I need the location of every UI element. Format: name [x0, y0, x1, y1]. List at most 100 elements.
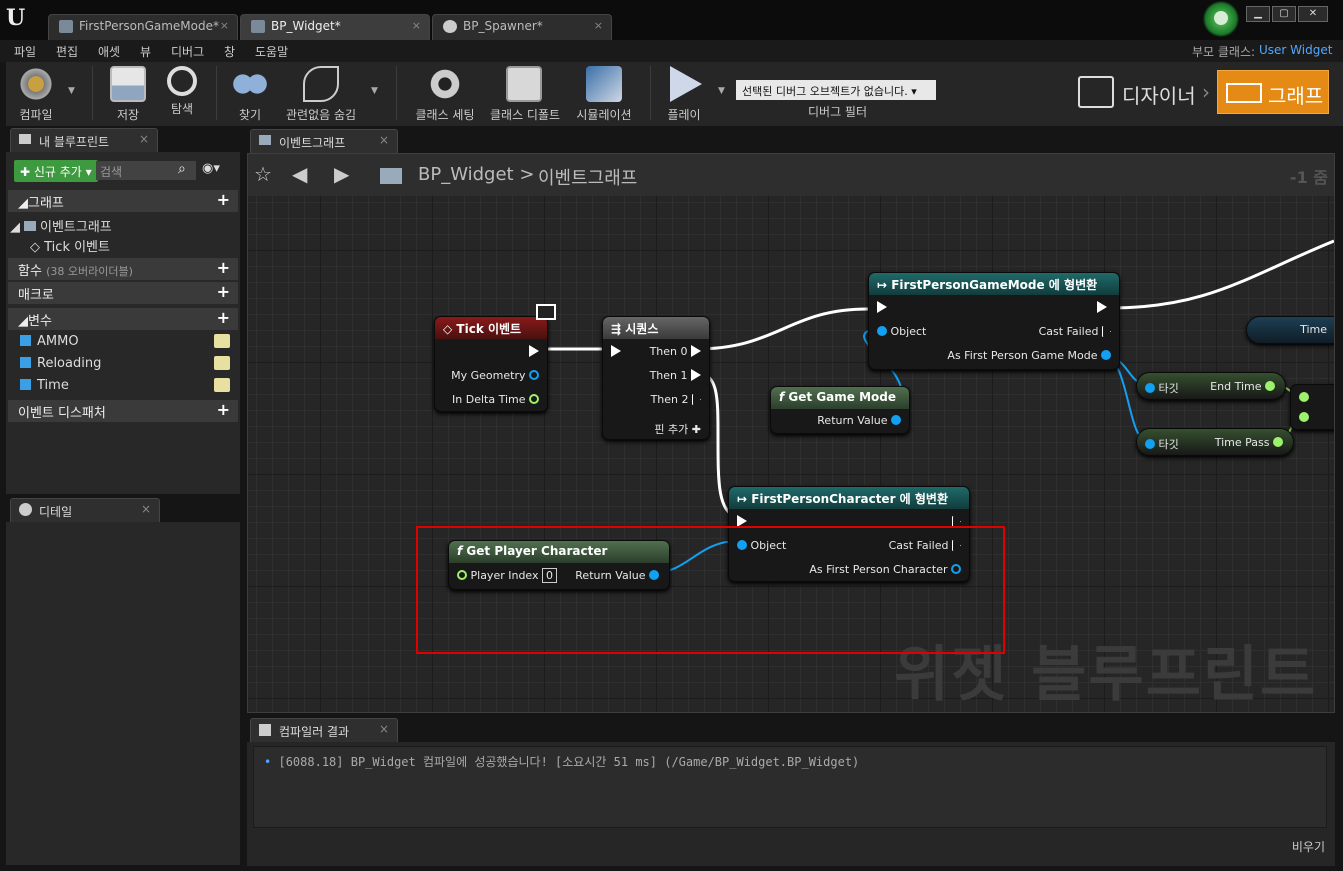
close-icon[interactable]: ×	[594, 19, 603, 32]
close-icon[interactable]: ×	[379, 133, 389, 147]
add-graph-icon[interactable]: +	[217, 190, 230, 209]
compile-button[interactable]: 컴파일	[6, 66, 66, 122]
tab-my-blueprint[interactable]: 내 블루프린트 ×	[10, 128, 158, 152]
node-sequence[interactable]: ⇶ 시퀀스 Then 0 Then 1 Then 2 핀 추가 ✚	[602, 316, 710, 440]
my-geometry-pin[interactable]: My Geometry	[451, 369, 539, 382]
close-icon[interactable]: ×	[141, 502, 151, 516]
section-event-dispatchers[interactable]: 이벤트 디스패처 +	[8, 400, 238, 422]
menu-debug[interactable]: 디버그	[171, 43, 204, 60]
node-cast-game-mode[interactable]: ↦ FirstPersonGameMode 에 형변환 Object Cast …	[868, 272, 1120, 370]
tab-bp-widget[interactable]: BP_Widget* ×	[240, 14, 430, 40]
add-variable-icon[interactable]: +	[217, 308, 230, 327]
end-time-pin[interactable]: End Time	[1210, 380, 1275, 393]
node-time-variable[interactable]: Time	[1246, 316, 1334, 344]
menu-view[interactable]: 뷰	[140, 43, 151, 60]
simulation-button[interactable]: 시뮬레이션	[572, 66, 636, 122]
menu-help[interactable]: 도움말	[255, 43, 288, 60]
view-options-eye-icon[interactable]: ◉▾	[202, 161, 220, 176]
tab-event-graph[interactable]: 이벤트그래프 ×	[250, 129, 398, 153]
visibility-eye-icon[interactable]	[214, 378, 230, 392]
class-defaults-button[interactable]: 클래스 디폴트	[490, 66, 560, 122]
exec-in-pin[interactable]	[877, 301, 887, 314]
add-function-icon[interactable]: +	[217, 258, 230, 277]
tab-bp-spawner[interactable]: BP_Spawner* ×	[432, 14, 612, 40]
section-variables[interactable]: ◢변수 +	[8, 308, 238, 330]
back-arrow-icon[interactable]: ◀	[292, 162, 307, 186]
cast-failed-pin[interactable]: Cast Failed	[1039, 325, 1111, 338]
tab-firstpersongamemode[interactable]: FirstPersonGameMode* ×	[48, 14, 238, 40]
node-tick-event[interactable]: ◇ Tick 이벤트 My Geometry In Delta Time	[434, 316, 548, 412]
add-new-button[interactable]: ✚ 신규 추가 ▾	[14, 160, 98, 182]
node-get-time-pass[interactable]: 타깃 Time Pass	[1136, 428, 1294, 456]
tree-item-tick-event[interactable]: ◇ Tick 이벤트	[30, 236, 110, 255]
tab-details[interactable]: 디테일 ×	[10, 498, 160, 522]
section-functions[interactable]: 함수 (38 오버라이더블) +	[8, 258, 238, 280]
find-button[interactable]: 찾기	[220, 66, 280, 122]
tab-compiler-results[interactable]: 컴파일러 결과 ×	[250, 718, 398, 742]
node-get-end-time[interactable]: 타깃 End Time	[1136, 372, 1286, 400]
parent-class-link[interactable]: User Widget	[1259, 43, 1332, 57]
delta-time-pin[interactable]: In Delta Time	[452, 393, 539, 406]
object-pin[interactable]: Object	[877, 325, 926, 338]
search-icon[interactable]: ⌕	[178, 161, 186, 177]
save-button[interactable]: 저장	[98, 66, 158, 122]
close-icon[interactable]: ×	[379, 722, 389, 736]
designer-mode-button[interactable]: 디자이너 ›	[1074, 72, 1214, 116]
forward-arrow-icon[interactable]: ▶	[334, 162, 349, 186]
float-in-pin[interactable]	[1299, 411, 1309, 424]
variable-time[interactable]: Time	[20, 378, 234, 393]
time-pass-pin[interactable]: Time Pass	[1215, 436, 1283, 449]
as-game-mode-pin[interactable]: As First Person Game Mode	[947, 349, 1111, 362]
unreal-logo-icon[interactable]: U	[6, 5, 32, 31]
add-pin-button[interactable]: 핀 추가 ✚	[654, 421, 701, 437]
breadcrumb-graph[interactable]: 이벤트그래프	[538, 164, 637, 190]
section-macros[interactable]: 매크로 +	[8, 282, 238, 304]
variable-reloading[interactable]: Reloading	[20, 356, 234, 371]
browse-button[interactable]: 탐색	[152, 66, 212, 122]
section-graphs[interactable]: ◢그래프 +	[8, 190, 238, 212]
then-2-pin[interactable]: Then 2	[651, 393, 701, 406]
menu-edit[interactable]: 편집	[56, 43, 78, 60]
minimize-button[interactable]: ▁	[1246, 6, 1270, 22]
close-icon[interactable]: ×	[412, 19, 421, 32]
favorite-star-icon[interactable]: ☆	[254, 162, 272, 186]
maximize-button[interactable]: ▢	[1272, 6, 1296, 22]
debug-object-select[interactable]: 선택된 디버그 오브젝트가 없습니다. ▾	[736, 80, 936, 100]
hide-unrelated-button[interactable]: 관련없음 숨김	[286, 66, 356, 122]
compile-options-chevron-icon[interactable]: ▼	[68, 86, 75, 96]
menu-file[interactable]: 파일	[14, 43, 36, 60]
close-icon[interactable]: ×	[220, 19, 229, 32]
then-1-pin[interactable]: Then 1	[650, 369, 701, 382]
graph-mode-button[interactable]: 그래프	[1217, 70, 1329, 114]
clear-button[interactable]: 비우기	[1292, 838, 1325, 855]
menu-window[interactable]: 창	[224, 43, 235, 60]
menu-asset[interactable]: 애셋	[98, 43, 120, 60]
close-icon[interactable]: ×	[139, 132, 149, 146]
play-options-chevron-icon[interactable]: ▼	[718, 86, 725, 96]
then-0-pin[interactable]: Then 0	[650, 345, 701, 358]
variable-ammo[interactable]: AMMO	[20, 334, 234, 349]
exec-out-pin[interactable]	[529, 345, 539, 358]
exec-in-pin[interactable]	[611, 345, 621, 358]
visibility-eye-icon[interactable]	[214, 334, 230, 348]
add-dispatcher-icon[interactable]: +	[217, 400, 230, 419]
breadcrumb-root[interactable]: BP_Widget >	[418, 164, 534, 185]
exec-out-pin[interactable]	[1097, 301, 1107, 314]
return-value-pin[interactable]: Return Value	[817, 414, 901, 427]
class-settings-button[interactable]: 클래스 세팅	[414, 66, 476, 122]
graph-editor[interactable]: ☆ ◀ ▶ BP_Widget > 이벤트그래프 -1 줌 위젯 블루프린트 ◇…	[247, 153, 1335, 713]
monitor-icon	[536, 304, 556, 320]
float-in-pin[interactable]	[1299, 391, 1309, 404]
node-float-operation[interactable]	[1290, 384, 1334, 430]
source-control-status-icon[interactable]	[1203, 1, 1239, 37]
add-macro-icon[interactable]: +	[217, 282, 230, 301]
node-get-game-mode[interactable]: f Get Game Mode Return Value	[770, 386, 910, 434]
target-pin[interactable]: 타깃	[1145, 436, 1179, 452]
play-button[interactable]: 플레이	[654, 66, 714, 122]
tree-item-event-graph[interactable]: ◢ 이벤트그래프	[10, 216, 112, 235]
hide-unrelated-options-chevron-icon[interactable]: ▼	[371, 86, 378, 96]
target-pin[interactable]: 타깃	[1145, 380, 1179, 396]
visibility-eye-icon[interactable]	[214, 356, 230, 370]
graph-canvas[interactable]: 위젯 블루프린트 ◇ Tick 이벤트 My Geometry In Delta…	[248, 196, 1334, 712]
close-window-button[interactable]: ✕	[1298, 6, 1328, 22]
